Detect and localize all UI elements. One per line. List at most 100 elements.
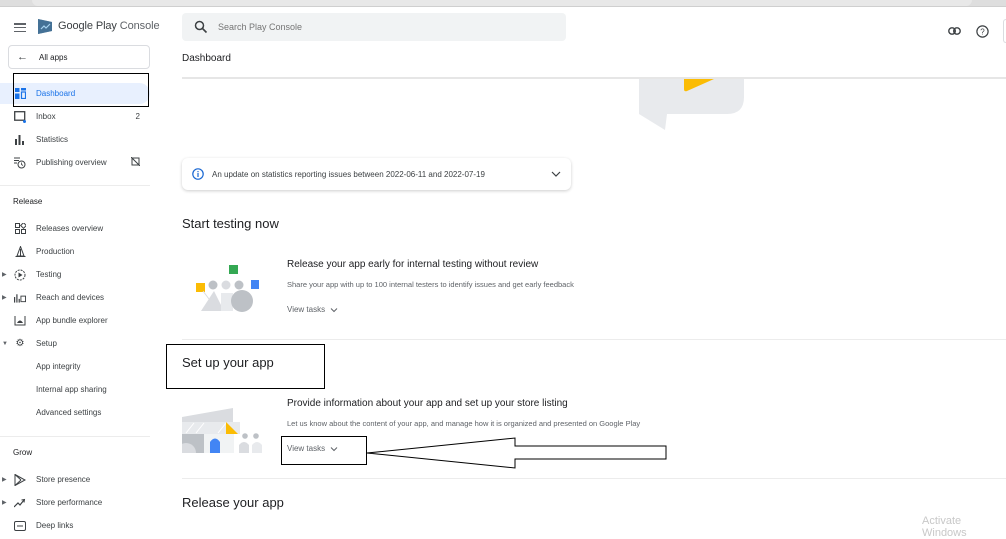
expand-caret-icon[interactable]: ▶ xyxy=(2,476,7,483)
info-icon xyxy=(192,168,204,180)
logo-google-play: Google Play xyxy=(58,20,117,32)
section-title-set-up-app: Set up your app xyxy=(182,355,274,370)
speech-bubble-illustration xyxy=(639,79,744,130)
sidebar-item-label: Releases overview xyxy=(36,224,104,233)
all-apps-label: All apps xyxy=(39,52,68,62)
play-console-logo-icon xyxy=(38,19,52,34)
header-divider xyxy=(182,77,1006,79)
sidebar-item-setup[interactable]: ▼ ⚙ Setup xyxy=(0,333,150,354)
sidebar-subitem-app-integrity[interactable]: App integrity xyxy=(0,356,150,377)
testing-icon xyxy=(14,269,26,281)
link-icon[interactable] xyxy=(947,24,961,38)
view-tasks-label: View tasks xyxy=(287,444,326,453)
sidebar-item-label: App bundle explorer xyxy=(36,316,108,325)
production-icon xyxy=(14,246,26,258)
sidebar-item-label: Internal app sharing xyxy=(36,385,107,394)
sidebar-item-deep-links[interactable]: Deep links xyxy=(0,515,150,536)
sidebar-item-reach-and-devices[interactable]: ▶ Reach and devices xyxy=(0,287,150,308)
search-icon xyxy=(194,20,208,34)
page-title: Dashboard xyxy=(182,53,231,64)
sidebar-item-label: Testing xyxy=(36,270,62,279)
section-title-release-app: Release your app xyxy=(182,495,284,510)
sidebar-item-label: Store performance xyxy=(36,498,103,507)
search-bar[interactable] xyxy=(182,13,566,41)
sidebar-item-label: Dashboard xyxy=(36,89,76,98)
sidebar-divider xyxy=(0,436,150,437)
browser-address-bar[interactable] xyxy=(32,0,972,6)
sidebar-item-label: Publishing overview xyxy=(36,158,107,167)
managed-publishing-off-icon xyxy=(130,156,141,168)
store-performance-icon xyxy=(14,497,26,509)
gear-icon: ⚙ xyxy=(15,338,25,349)
menu-icon[interactable] xyxy=(14,23,26,33)
sidebar-item-label: Setup xyxy=(36,339,57,348)
sidebar-item-label: Reach and devices xyxy=(36,293,105,302)
sidebar-item-label: Inbox xyxy=(36,112,56,121)
chevron-down-icon xyxy=(330,307,338,312)
sidebar-item-label: Production xyxy=(36,247,75,256)
sidebar-item-label: Statistics xyxy=(36,135,69,144)
deep-links-icon xyxy=(14,520,26,532)
activate-windows-watermark: Activate Windows xyxy=(922,515,967,539)
app-bundle-icon xyxy=(14,315,26,327)
annotation-arrow-icon xyxy=(366,437,667,469)
sidebar-divider xyxy=(0,185,150,186)
sidebar-item-dashboard[interactable]: Dashboard xyxy=(0,83,150,104)
statistics-update-banner[interactable]: An update on statistics reporting issues… xyxy=(182,158,571,190)
card-subtitle-internal-testing: Share your app with up to 100 internal t… xyxy=(287,280,574,289)
top-toolbar: ? xyxy=(947,19,1006,43)
sidebar-item-inbox[interactable]: Inbox 2 xyxy=(0,106,150,127)
inbox-icon xyxy=(14,110,26,123)
sidebar-subitem-internal-app-sharing[interactable]: Internal app sharing xyxy=(0,379,150,400)
section-divider xyxy=(182,339,1006,340)
section-label-release: Release xyxy=(13,197,43,206)
card-title-store-listing: Provide information about your app and s… xyxy=(287,398,568,409)
statistics-icon xyxy=(14,134,26,146)
expand-caret-icon[interactable]: ▶ xyxy=(2,499,7,506)
browser-url-strip xyxy=(0,0,1006,7)
sidebar-subitem-advanced-settings[interactable]: Advanced settings xyxy=(0,402,150,423)
sidebar-item-store-presence[interactable]: ▶ Store presence xyxy=(0,469,150,490)
play-console-logo[interactable]: Google Play Console xyxy=(36,17,160,35)
reach-devices-icon xyxy=(14,292,26,304)
logo-console: Console xyxy=(119,20,160,32)
store-presence-icon xyxy=(14,473,26,486)
search-input[interactable] xyxy=(218,22,518,32)
section-divider xyxy=(182,478,1006,479)
expand-caret-icon[interactable]: ▶ xyxy=(2,271,7,278)
sidebar: Google Play Console ← All apps Dashboard… xyxy=(0,8,160,531)
banner-text: An update on statistics reporting issues… xyxy=(212,169,485,179)
sidebar-item-releases-overview[interactable]: Releases overview xyxy=(0,218,150,239)
releases-overview-icon xyxy=(14,223,26,235)
publishing-overview-icon xyxy=(14,157,26,169)
chevron-down-icon[interactable] xyxy=(551,169,561,179)
sidebar-item-label: Deep links xyxy=(36,521,74,530)
card-subtitle-store-listing: Let us know about the content of your ap… xyxy=(287,419,641,428)
card-title-internal-testing: Release your app early for internal test… xyxy=(287,259,539,270)
sidebar-item-app-bundle-explorer[interactable]: App bundle explorer xyxy=(0,310,150,331)
expand-caret-icon[interactable]: ▶ xyxy=(2,294,7,301)
chevron-down-icon xyxy=(330,446,338,451)
collapse-caret-icon[interactable]: ▼ xyxy=(2,341,8,347)
sidebar-item-label: Advanced settings xyxy=(36,408,102,417)
sidebar-item-statistics[interactable]: Statistics xyxy=(0,129,150,150)
help-icon[interactable]: ? xyxy=(975,24,989,38)
view-tasks-button-testing[interactable]: View tasks xyxy=(287,305,338,314)
internal-testing-illustration xyxy=(196,265,259,312)
view-tasks-button-setup[interactable]: View tasks xyxy=(287,444,338,453)
inbox-count-badge: 2 xyxy=(135,112,140,121)
arrow-back-icon: ← xyxy=(17,51,28,63)
store-listing-illustration xyxy=(182,408,262,453)
all-apps-button[interactable]: ← All apps xyxy=(8,45,150,69)
svg-text:?: ? xyxy=(980,27,985,36)
sidebar-item-label: App integrity xyxy=(36,362,81,371)
dashboard-icon xyxy=(14,88,26,100)
section-title-start-testing: Start testing now xyxy=(182,216,279,231)
section-label-grow: Grow xyxy=(13,448,33,457)
view-tasks-label: View tasks xyxy=(287,305,326,314)
sidebar-item-publishing-overview[interactable]: Publishing overview xyxy=(0,152,150,173)
sidebar-item-production[interactable]: Production xyxy=(0,241,150,262)
sidebar-item-testing[interactable]: ▶ Testing xyxy=(0,264,150,285)
sidebar-item-store-performance[interactable]: ▶ Store performance xyxy=(0,492,150,513)
sidebar-item-label: Store presence xyxy=(36,475,91,484)
